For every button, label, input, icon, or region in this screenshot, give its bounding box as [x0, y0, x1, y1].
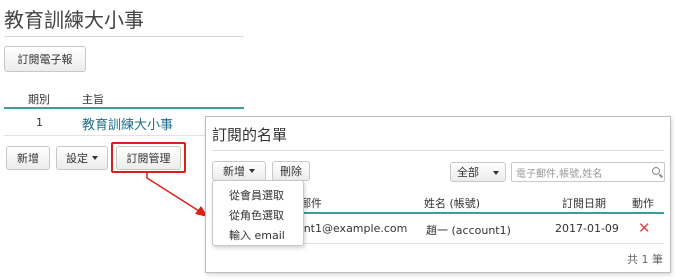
- subscriber-email: ount1@example.com: [290, 222, 408, 235]
- panel-title-divider: [212, 150, 664, 151]
- menu-item-select-from-roles[interactable]: 從角色選取: [229, 207, 284, 223]
- title-divider: [4, 36, 244, 37]
- menu-item-enter-email[interactable]: 輸入 email: [229, 227, 285, 243]
- page-title: 教育訓練大小事: [4, 8, 144, 32]
- search-input[interactable]: 電子郵件,帳號,姓名: [511, 162, 665, 182]
- subscriber-name: 趙一 (account1): [426, 224, 511, 237]
- filter-select[interactable]: 全部: [450, 162, 506, 182]
- panel-add-label: 新增: [223, 165, 245, 178]
- subscribe-date: 2017-01-09: [555, 222, 619, 235]
- newsletter-subject-link[interactable]: 教育訓練大小事: [82, 114, 173, 133]
- filter-value: 全部: [457, 166, 479, 179]
- column-header-issue: 期別: [28, 93, 50, 106]
- delete-button[interactable]: 刪除: [272, 161, 310, 181]
- column-header-action: 動作: [632, 197, 654, 210]
- settings-dropdown-button[interactable]: 設定: [56, 146, 108, 170]
- column-header-name: 姓名 (帳號): [424, 197, 481, 210]
- search-icon: [652, 167, 660, 175]
- panel-add-dropdown-button[interactable]: 新增: [212, 161, 266, 181]
- subscribe-newsletter-button[interactable]: 訂閱電子報: [4, 46, 86, 72]
- column-header-date: 訂閱日期: [562, 197, 606, 210]
- column-header-subject: 主旨: [82, 93, 104, 106]
- record-count: 共 1 筆: [627, 253, 663, 266]
- issue-number: 1: [36, 116, 43, 129]
- chevron-down-icon: [493, 171, 499, 175]
- chevron-down-icon: [249, 169, 255, 173]
- add-dropdown-menu: 從會員選取 從角色選取 輸入 email: [212, 180, 304, 246]
- add-button[interactable]: 新增: [6, 146, 50, 170]
- subscription-manage-button[interactable]: 訂閱管理: [116, 146, 181, 170]
- chevron-down-icon: [92, 156, 98, 160]
- panel-title: 訂閱的名單: [212, 126, 288, 144]
- close-icon[interactable]: ✕: [638, 219, 651, 237]
- menu-item-select-from-members[interactable]: 從會員選取: [229, 187, 284, 203]
- settings-label: 設定: [66, 152, 88, 165]
- search-placeholder: 電子郵件,帳號,姓名: [516, 168, 603, 180]
